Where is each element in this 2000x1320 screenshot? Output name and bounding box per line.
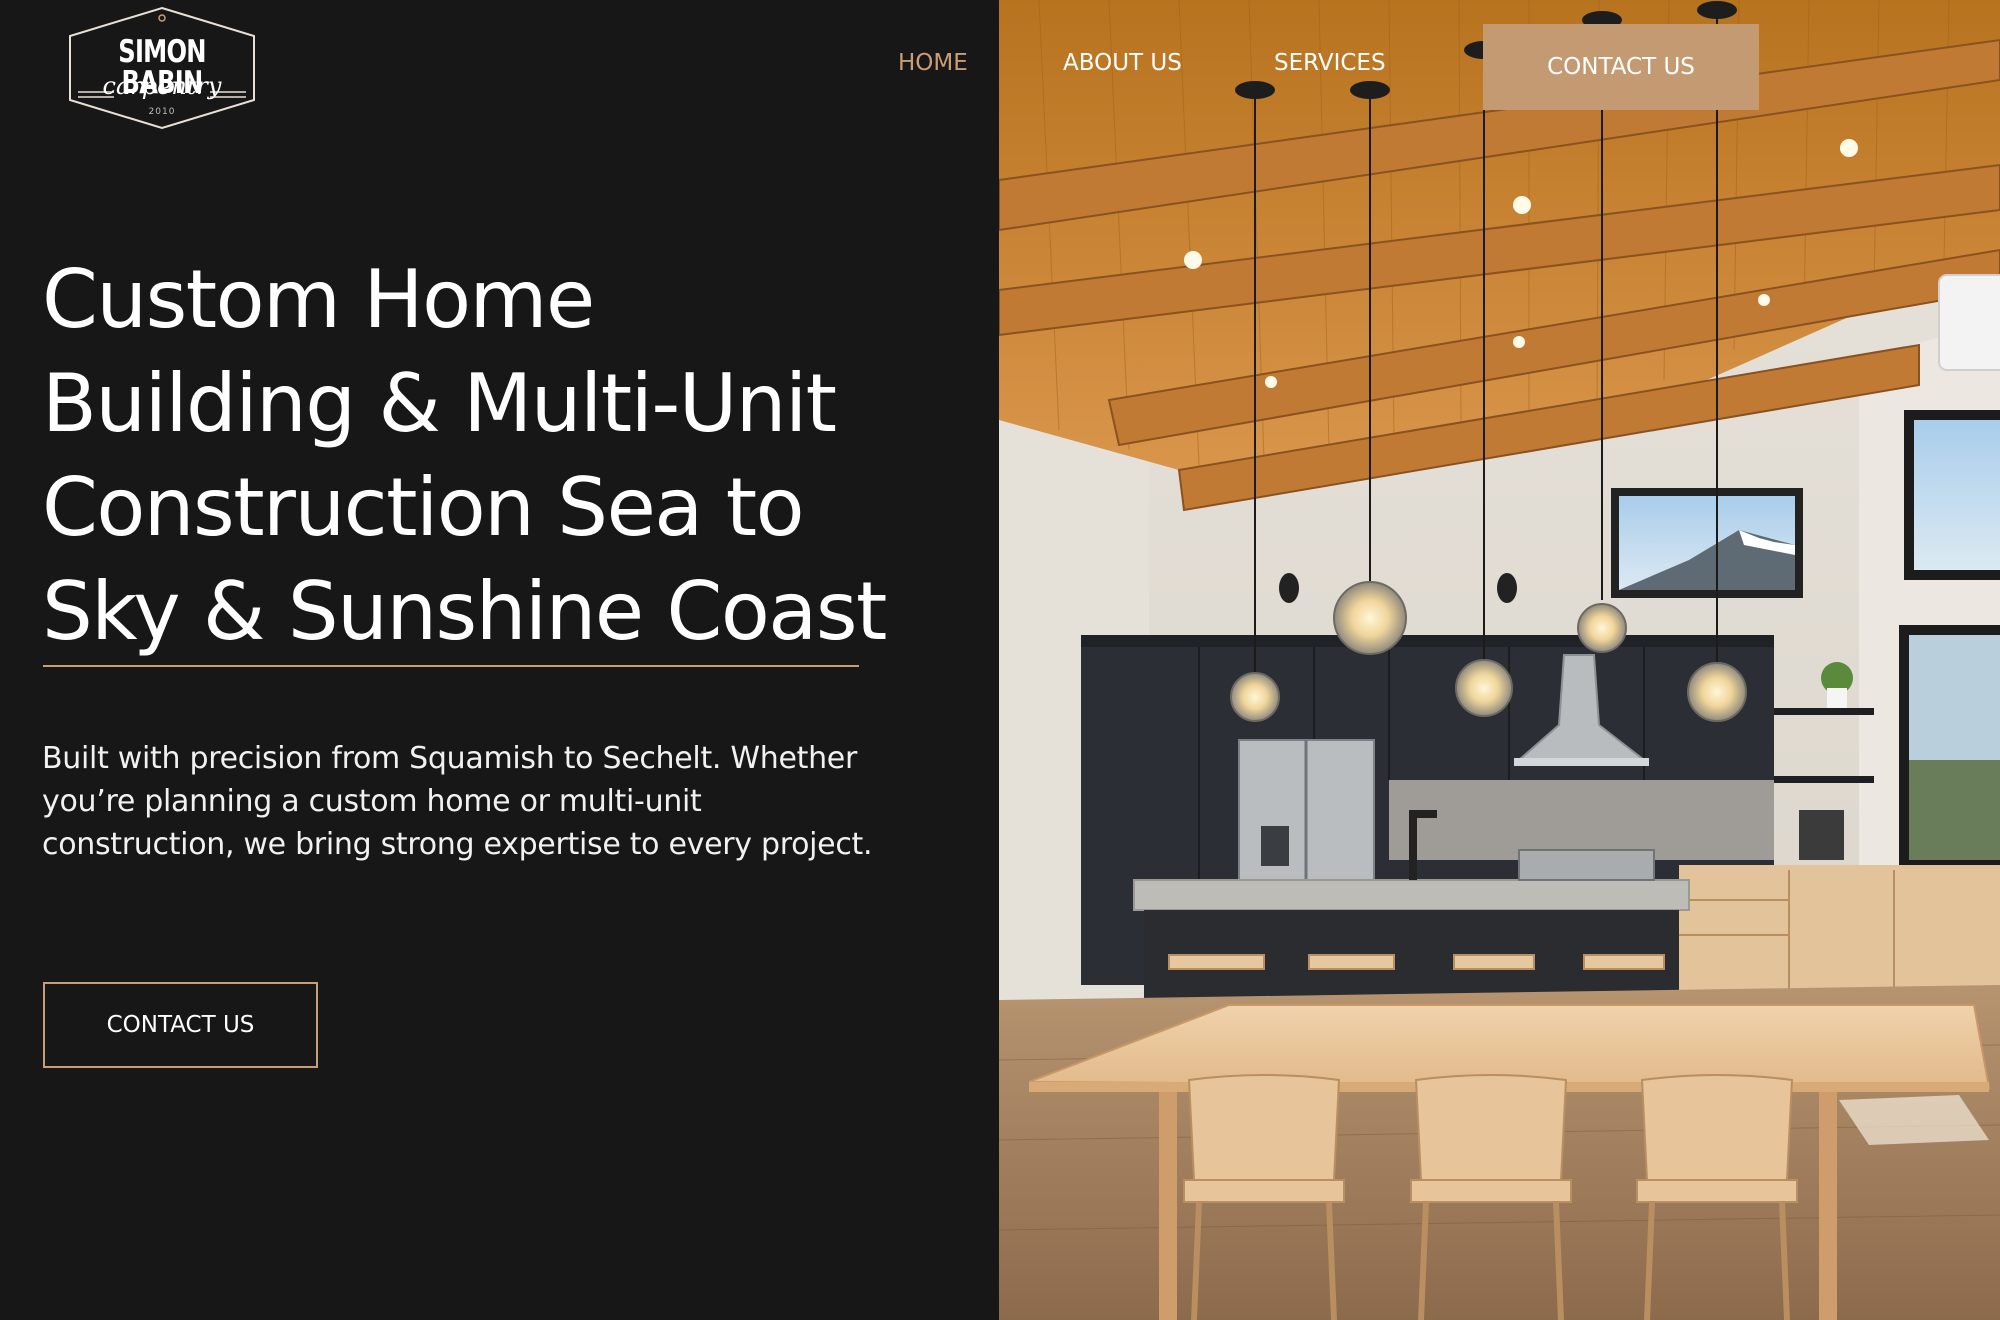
- hero-title-line: Construction Sea to: [42, 461, 805, 554]
- hero-kitchen-photo: [999, 0, 2000, 1320]
- logo-founded-year: 2010: [148, 107, 176, 117]
- brand-logo[interactable]: SIMON BABIN carpentry 2010: [64, 4, 260, 130]
- hero-title-underline: [43, 665, 859, 667]
- hero-contact-button[interactable]: CONTACT US: [43, 982, 318, 1068]
- hero-title-line: Building & Multi-Unit: [42, 357, 837, 450]
- logo-brand-script: carpentry: [102, 72, 222, 100]
- hero-subtitle: Built with precision from Squamish to Se…: [42, 741, 873, 862]
- nav-services-link[interactable]: SERVICES: [1274, 50, 1386, 76]
- hero-title-line: Sky & Sunshine Coast: [42, 565, 887, 658]
- hero-title-line: Custom Home: [42, 253, 595, 346]
- nav-about-link[interactable]: ABOUT US: [1063, 50, 1182, 76]
- hero-title: Custom Home Building & Multi-Unit Constr…: [42, 248, 922, 664]
- nav-home-link[interactable]: HOME: [898, 50, 968, 76]
- nav-contact-button[interactable]: CONTACT US: [1483, 24, 1759, 110]
